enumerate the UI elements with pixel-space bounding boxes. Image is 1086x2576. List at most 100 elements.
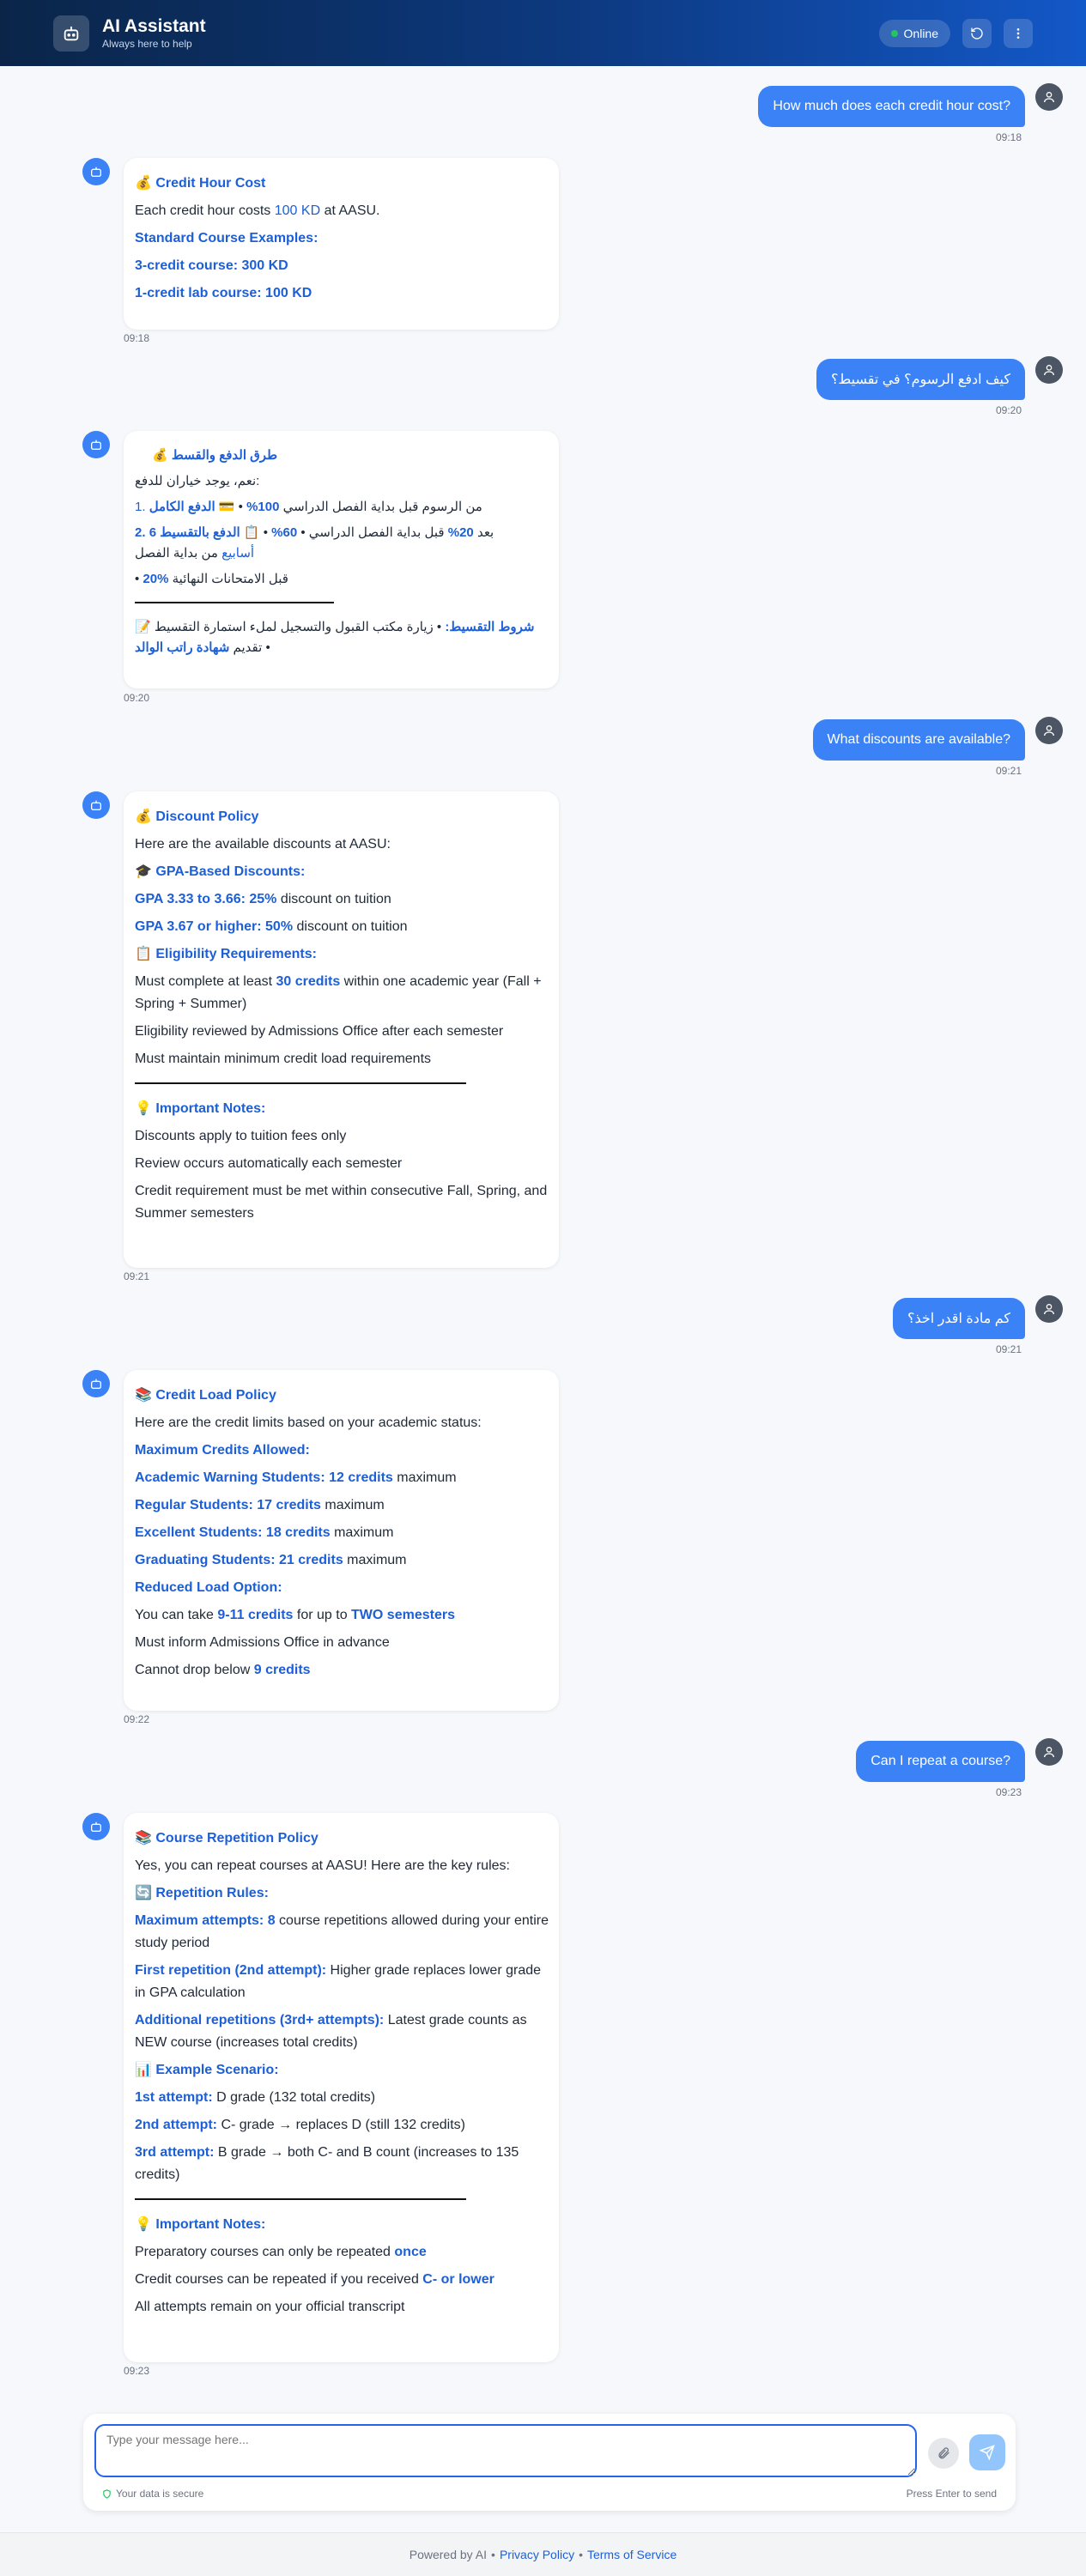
secure-note: Your data is secure [102, 2488, 203, 2500]
bot-avatar [82, 1370, 110, 1397]
card-title: 📚 Course Repetition Policy [135, 1831, 319, 1846]
text: maximum [343, 1553, 407, 1567]
card-paragraph: نعم، يوجد خياران للدفع: [135, 474, 260, 488]
card-paragraph: Yes, you can repeat courses at AASU! Her… [135, 1858, 510, 1873]
bot-message-card: 📚 Credit Load Policy Here are the credit… [124, 1370, 559, 1711]
text: Cannot drop below [135, 1663, 254, 1677]
highlight: once [394, 2245, 427, 2259]
message-time: 09:21 [124, 1270, 150, 1282]
section-heading: 🔄 Repetition Rules: [135, 1886, 269, 1900]
terms-link[interactable]: Terms of Service [587, 2548, 676, 2561]
message-time: 09:18 [995, 131, 1022, 143]
bot-message-card: 💰 طرق الدفع والقسط نعم، يوجد خياران للدف… [124, 431, 559, 688]
composer: Your data is secure Press Enter to send [83, 2414, 1016, 2511]
list-item: Preparatory courses can only be repeated… [135, 2241, 549, 2264]
attach-button[interactable] [928, 2438, 959, 2469]
text: Must complete at least [135, 974, 276, 989]
refresh-icon [971, 27, 983, 39]
more-vertical-icon [1016, 27, 1020, 39]
highlight: 100% [246, 500, 280, 514]
message-time: 09:18 [124, 332, 150, 344]
refresh-button[interactable] [962, 18, 992, 48]
highlight: GPA 3.33 to 3.66: 25% [135, 892, 277, 906]
text: C- grade → replaces D (still 132 credits… [217, 2118, 465, 2132]
text: من الرسوم قبل بداية الفصل الدراسي [282, 500, 482, 514]
send-hint: Press Enter to send [906, 2488, 997, 2500]
bot-avatar [82, 1813, 110, 1840]
user-avatar [1035, 717, 1063, 744]
list-item: Graduating Students: 21 credits maximum [135, 1549, 549, 1572]
robot-icon [91, 167, 101, 177]
section-heading: Maximum Credits Allowed: [135, 1443, 310, 1458]
user-bubble[interactable]: كم مادة اقدر اخذ؟ [893, 1298, 1025, 1339]
text: Credit courses can be repeated if you re… [135, 2272, 423, 2287]
list-item: 1-credit lab course: 100 KD [135, 286, 312, 300]
user-avatar [1035, 83, 1063, 111]
card-paragraph: Here are the credit limits based on your… [135, 1415, 482, 1430]
text: maximum [320, 1498, 385, 1512]
user-message: How much does each credit hour cost? [758, 83, 1063, 127]
section-heading: Reduced Load Option: [135, 1580, 282, 1595]
bot-message-card: 📚 Course Repetition Policy Yes, you can … [124, 1813, 559, 2362]
app-header: AI Assistant Always here to help Online [0, 0, 1086, 66]
list-item: Credit courses can be repeated if you re… [135, 2269, 549, 2291]
text: D grade (132 total credits) [212, 2090, 376, 2105]
list-item: Must complete at least 30 credits within… [135, 971, 549, 1015]
bot-avatar [82, 158, 110, 185]
highlight: الدفع بالتقسيط [160, 525, 240, 540]
highlight: Academic Warning Students: 12 credits [135, 1470, 393, 1485]
number: 2. [135, 525, 149, 540]
message-time: 09:23 [995, 1786, 1022, 1798]
highlight: C- or lower [422, 2272, 494, 2287]
highlight: أسابيع [221, 546, 255, 561]
highlight: 30 credits [276, 974, 341, 989]
user-icon [1044, 1747, 1054, 1758]
list-item: 3rd attempt: B grade → both C- and B cou… [135, 2142, 549, 2186]
text: من بداية الفصل [135, 546, 222, 561]
highlight: شروط التقسيط: [445, 620, 535, 634]
app-title: AI Assistant [102, 15, 206, 36]
list-item: Academic Warning Students: 12 credits ma… [135, 1467, 549, 1489]
text: • [259, 525, 272, 540]
list-item: Excellent Students: 18 credits maximum [135, 1522, 549, 1544]
user-icon [1044, 365, 1054, 376]
user-bubble[interactable]: Can I repeat a course? [856, 1741, 1025, 1782]
section-heading: 💡 Important Notes: [135, 2217, 266, 2232]
user-bubble[interactable]: How much does each credit hour cost? [758, 86, 1025, 127]
card-paragraph: 📝 شروط التقسيط: • زيارة مكتب القبول والت… [135, 617, 542, 658]
highlight: Graduating Students: 21 credits [135, 1553, 343, 1567]
list-item: Additional repetitions (3rd+ attempts): … [135, 2009, 549, 2054]
privacy-link[interactable]: Privacy Policy [500, 2548, 574, 2561]
highlight: First repetition (2nd attempt): [135, 1963, 327, 1978]
card-title: 📚 Credit Load Policy [135, 1388, 276, 1403]
user-bubble[interactable]: What discounts are available? [812, 719, 1025, 761]
list-item: Cannot drop below 9 credits [135, 1659, 549, 1682]
text: Preparatory courses can only be repeated [135, 2245, 395, 2259]
text: for up to [293, 1608, 352, 1622]
highlight: شهادة راتب الوالد [135, 640, 230, 655]
highlight: 9-11 credits [217, 1608, 294, 1622]
list-item: 2nd attempt: C- grade → replaces D (stil… [135, 2114, 549, 2137]
list-item: Must inform Admissions Office in advance [135, 1635, 390, 1650]
robot-icon [53, 15, 89, 52]
secure-text: Your data is secure [116, 2488, 204, 2500]
user-icon [1044, 725, 1054, 736]
card-title: 💰 Discount Policy [135, 809, 259, 824]
text: قبل الامتحانات النهائية [168, 572, 288, 586]
status-label: Online [903, 26, 938, 40]
bot-message-card: 💰 Discount Policy Here are the available… [124, 791, 559, 1268]
message-input[interactable] [94, 2424, 917, 2477]
message-time: 09:21 [995, 765, 1022, 777]
footer-separator: • [579, 2548, 583, 2561]
list-item: 1st attempt: D grade (132 total credits) [135, 2087, 549, 2109]
text: at AASU. [320, 203, 380, 218]
send-button[interactable] [969, 2434, 1005, 2470]
user-bubble[interactable]: كيف ادفع الرسوم؟ في تقسيط؟ [816, 359, 1025, 400]
list-item: All attempts remain on your official tra… [135, 2300, 405, 2314]
highlight: 20% [447, 525, 474, 540]
status-badge: Online [878, 19, 950, 47]
section-heading: 📊 Example Scenario: [135, 2063, 279, 2077]
text: discount on tuition [276, 892, 391, 906]
text: discount on tuition [293, 919, 408, 934]
more-menu-button[interactable] [1004, 18, 1033, 48]
